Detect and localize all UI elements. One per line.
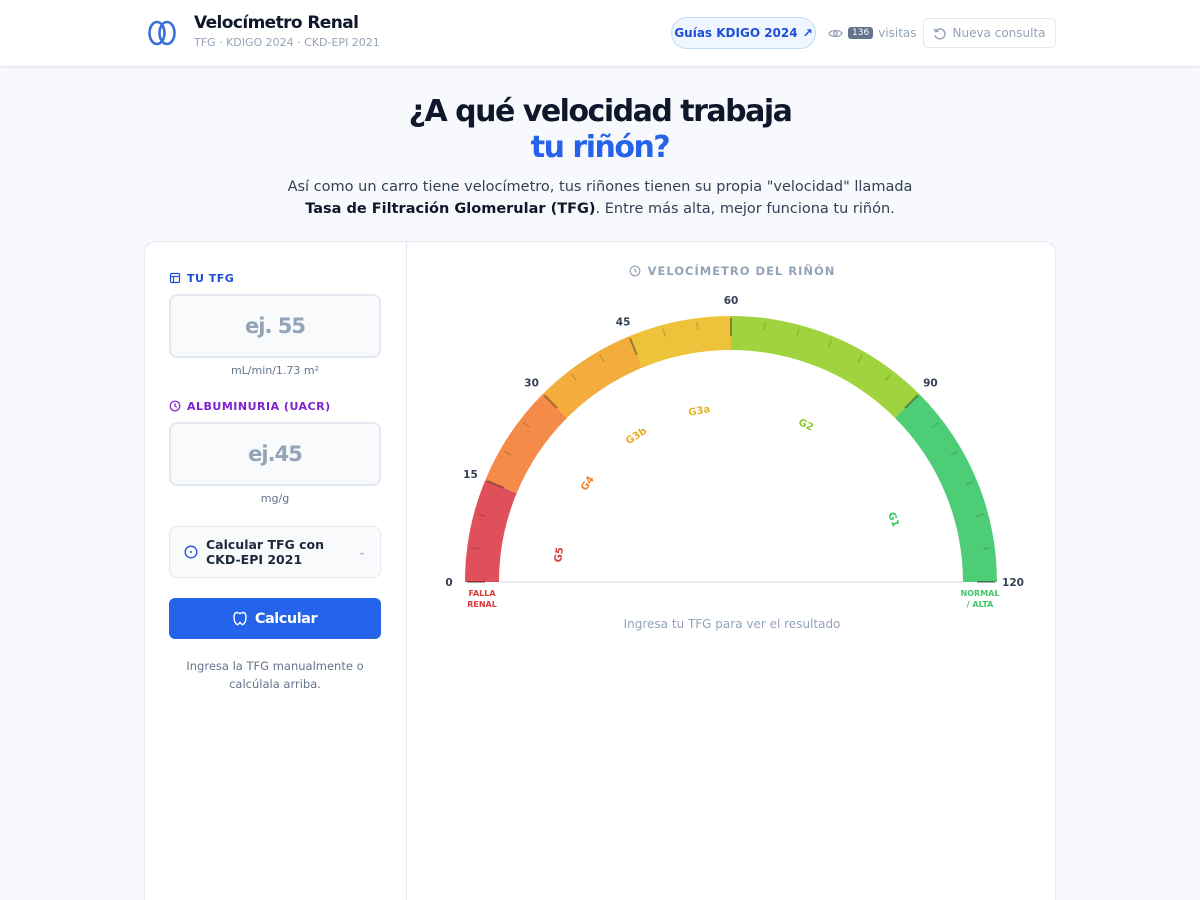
gauge-tick-label: 45: [616, 316, 631, 328]
hero-description-bold: Tasa de Filtración Glomerular (TFG): [305, 201, 596, 217]
calculator-icon: [169, 272, 181, 284]
visits-counter: 136 visitas: [828, 24, 917, 42]
calculate-label: Calcular: [254, 610, 318, 627]
visits-count-badge: 136: [848, 27, 874, 39]
gauge-tick-label: 30: [524, 378, 539, 390]
gauge-stage-label: G5: [553, 546, 566, 563]
visits-label: visitas: [878, 26, 917, 40]
reset-icon: [934, 27, 947, 40]
gauge-stage-label: G1: [885, 511, 901, 529]
hero-description: Así como un carro tiene velocímetro, tus…: [287, 179, 913, 217]
app-title: Velocímetro Renal: [194, 13, 359, 33]
gauge-title: VELOCÍMETRO DEL RIÑÓN: [407, 262, 1055, 280]
tfg-input[interactable]: [169, 294, 381, 358]
gauge-band-g2: [731, 316, 920, 418]
external-link-icon: ↗: [802, 26, 813, 40]
gauge-band-g4: [485, 393, 567, 494]
gauge-tick-label: 120: [1002, 577, 1024, 589]
gauge-tick-label: 0: [445, 577, 452, 589]
hero-title-highlight: tu riñón?: [530, 130, 671, 165]
chevron-down-icon: ⌄: [357, 547, 366, 558]
kidney-icon: [233, 611, 247, 626]
kidney-logo-icon: [148, 20, 176, 46]
tfg-field-label: TU TFG: [169, 270, 234, 286]
albuminuria-unit: mg/g: [260, 492, 290, 505]
gauge-stage-label: G3a: [688, 404, 712, 419]
hero-title: ¿A qué velocidad trabaja: [408, 94, 793, 129]
tfg-unit: mL/min/1.73 m²: [230, 364, 320, 377]
ckd-epi-calculator-toggle[interactable]: Calcular TFG con CKD-EPI 2021 ⌄: [169, 526, 381, 578]
kidney-speedometer-gauge: 0 15 30 45 60 90 120 G5 G4 G3b G3a G2 G1 FALLA RENAL NO…: [445, 295, 1024, 609]
gauge-band-g1: [895, 393, 997, 582]
new-consultation-button[interactable]: Nueva consulta: [923, 18, 1056, 48]
app-header: Velocímetro Renal TFG · KDIGO 2024 · CKD…: [0, 0, 1200, 67]
ckd-epi-toggle-label: Calcular TFG con CKD-EPI 2021: [206, 537, 325, 567]
main-card: TU TFG mL/min/1.73 m² ALBUMINURIA (UACR)…: [144, 241, 1056, 900]
info-icon: [184, 545, 198, 559]
new-consultation-label: Nueva consulta: [952, 26, 1046, 40]
gauge-band-g3b: [542, 336, 643, 418]
gauge-tick-label: 90: [923, 378, 938, 390]
gauge-stage-label: G4: [579, 474, 597, 493]
app-subtitle: TFG · KDIGO 2024 · CKD-EPI 2021: [194, 36, 380, 49]
input-panel: TU TFG mL/min/1.73 m² ALBUMINURIA (UACR)…: [145, 242, 407, 900]
gauge-stage-label: G3b: [624, 426, 649, 447]
gauge-stage-label: G2: [796, 417, 814, 433]
albuminuria-field-label: ALBUMINURIA (UACR): [169, 398, 331, 414]
albuminuria-input[interactable]: [169, 422, 381, 486]
gauge-result-message: Ingresa tu TFG para ver el resultado: [623, 617, 841, 631]
gauge-end-label-right: NORMAL: [961, 589, 1000, 598]
calculate-button[interactable]: Calcular: [169, 598, 381, 639]
gauge-tick-label: 60: [724, 295, 739, 307]
drop-icon: [169, 400, 181, 412]
gauge-end-label-right: / ALTA: [967, 600, 995, 609]
eye-icon: [828, 29, 843, 37]
gauge-tick-label: 15: [463, 469, 478, 481]
gauge-end-label-left: RENAL: [467, 600, 497, 609]
guides-label: Guías KDIGO 2024: [674, 26, 798, 40]
guides-kdigo-button[interactable]: Guías KDIGO 2024 ↗: [671, 17, 816, 49]
gauge-band-g3a: [629, 316, 731, 368]
gauge-band-g5: [465, 480, 517, 582]
input-hint: Ingresa la TFG manualmente o calcúlala a…: [186, 659, 364, 691]
gauge-end-label-left: FALLA: [468, 589, 496, 598]
speedometer-icon: [629, 265, 640, 277]
